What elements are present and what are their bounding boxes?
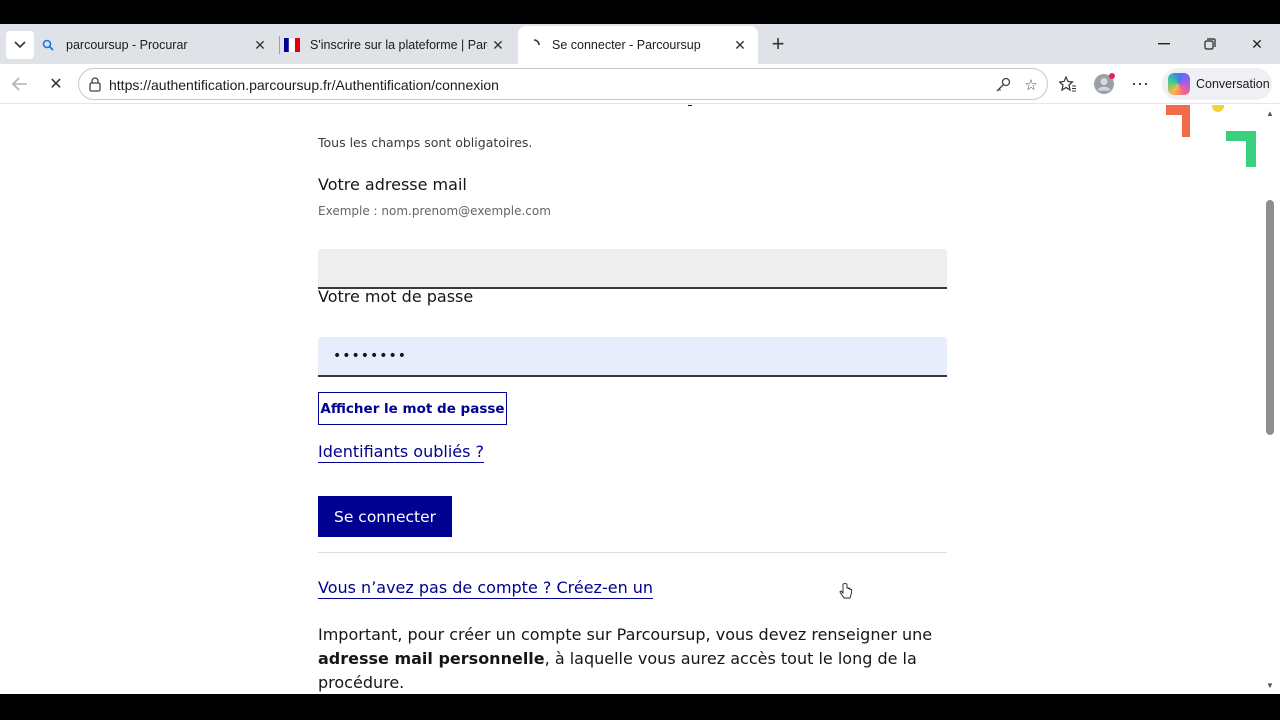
password-label: Votre mot de passe [318, 287, 474, 306]
lock-icon[interactable] [87, 76, 103, 92]
tab-list-button[interactable] [6, 31, 34, 59]
password-field[interactable]: •••••••• [318, 337, 947, 377]
tab-se-connecter[interactable]: Se connecter - Parcoursup ✕ [518, 26, 758, 64]
more-menu-icon[interactable]: ⋯ [1128, 72, 1152, 96]
search-icon [40, 37, 56, 53]
favorite-star-icon[interactable]: ☆ [1021, 75, 1041, 95]
copilot-button[interactable]: Conversation [1162, 68, 1272, 100]
vertical-scrollbar[interactable]: ▲ ▼ [1262, 105, 1280, 694]
password-value: •••••••• [333, 348, 408, 364]
create-account-link[interactable]: Vous n’avez pas de compte ? Créez-en un [318, 578, 654, 599]
browser-window: parcoursup - Procurar ✕ S'inscrire sur l… [0, 24, 1280, 694]
scroll-up-icon[interactable]: ▲ [1264, 107, 1276, 119]
tab-title: Se connecter - Parcoursup [552, 38, 701, 52]
important-notice: Important, pour créer un compte sur Parc… [318, 623, 947, 694]
minimize-icon[interactable] [1152, 32, 1176, 56]
url-text[interactable]: https://authentification.parcoursup.fr/A… [109, 77, 499, 93]
page-viewport: Tous les champs sont obligatoires. Votre… [0, 105, 1262, 694]
new-tab-icon[interactable]: + [766, 31, 790, 56]
login-button[interactable]: Se connecter [318, 496, 452, 537]
tab-title: S'inscrire sur la plateforme | Parco [310, 38, 488, 52]
scrollbar-thumb[interactable] [1266, 200, 1274, 435]
tab-strip: parcoursup - Procurar ✕ S'inscrire sur l… [0, 24, 1280, 64]
tab-separator [279, 36, 280, 54]
loading-icon [526, 37, 542, 53]
scroll-down-icon[interactable]: ▼ [1264, 679, 1276, 691]
favorites-icon[interactable] [1056, 72, 1080, 96]
forgot-credentials-link[interactable]: Identifiants oubliés ? [318, 442, 485, 463]
hand-cursor-icon [839, 583, 852, 599]
profile-avatar-icon[interactable] [1092, 72, 1116, 96]
stop-loading-icon[interactable]: ✕ [44, 72, 68, 96]
restore-icon[interactable] [1198, 32, 1222, 56]
email-field[interactable] [318, 249, 947, 289]
close-tab-icon[interactable]: ✕ [250, 35, 270, 55]
email-label: Votre adresse mail [318, 175, 467, 194]
required-note: Tous les champs sont obligatoires. [318, 135, 533, 150]
divider [318, 552, 947, 553]
close-tab-icon[interactable]: ✕ [730, 35, 750, 55]
tab-inscrire[interactable]: S'inscrire sur la plateforme | Parco ✕ [284, 26, 516, 64]
key-icon[interactable] [993, 75, 1013, 95]
show-password-button[interactable]: Afficher le mot de passe [318, 392, 507, 425]
decorative-shapes [1166, 105, 1256, 167]
tab-parcoursup-search[interactable]: parcoursup - Procurar ✕ [40, 26, 278, 64]
flag-icon [284, 37, 300, 53]
tab-title: parcoursup - Procurar [66, 38, 188, 52]
address-toolbar: ✕ https://authentification.parcoursup.fr… [0, 64, 1280, 104]
copilot-icon [1168, 73, 1190, 95]
copilot-label: Conversation [1196, 77, 1270, 91]
notice-bold: adresse mail personnelle [318, 649, 545, 668]
heading-fragment [688, 105, 692, 106]
close-tab-icon[interactable]: ✕ [488, 35, 508, 55]
chevron-down-icon [14, 41, 26, 49]
address-bar[interactable]: https://authentification.parcoursup.fr/A… [78, 68, 1048, 100]
close-window-icon[interactable]: ✕ [1245, 32, 1269, 56]
notice-text-1: Important, pour créer un compte sur Parc… [318, 625, 933, 644]
back-arrow-icon[interactable] [8, 72, 32, 96]
email-hint: Exemple : nom.prenom@exemple.com [318, 204, 551, 218]
